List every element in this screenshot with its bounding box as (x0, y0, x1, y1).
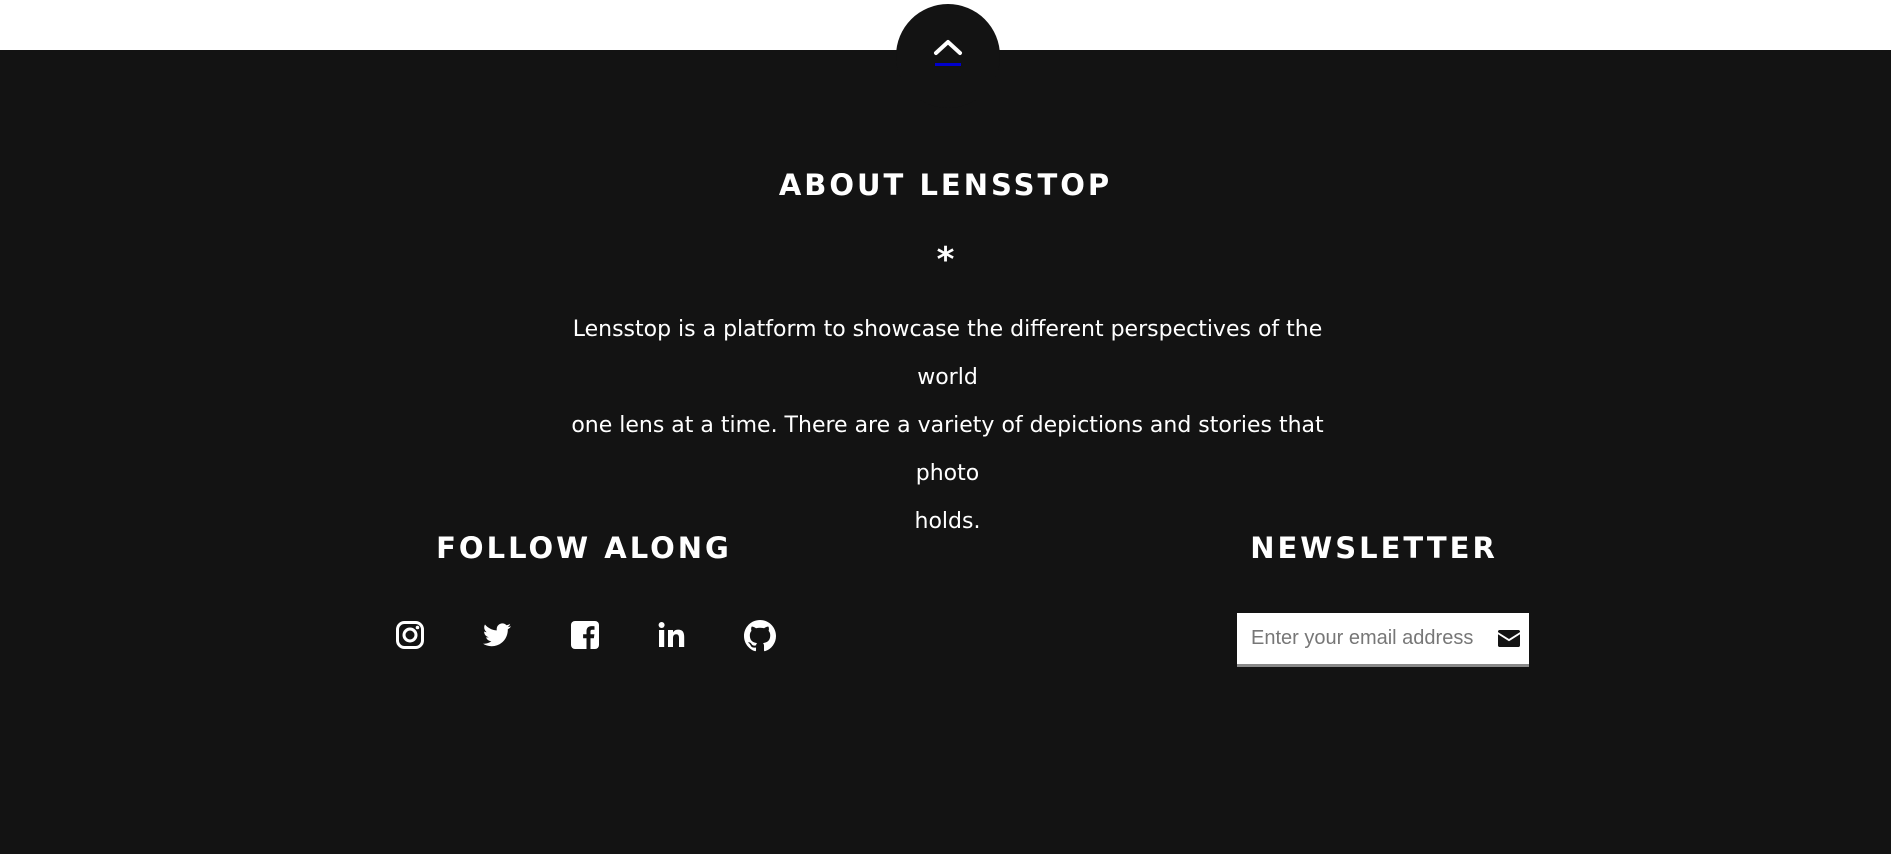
github-icon (744, 620, 776, 652)
linkedin-icon (658, 622, 685, 647)
follow-along-title: FOLLOW ALONG (436, 531, 732, 565)
about-line: one lens at a time. There are a variety … (571, 413, 1324, 486)
instagram-icon (396, 621, 424, 649)
instagram-link[interactable] (395, 620, 425, 650)
newsletter-form (1237, 613, 1529, 667)
facebook-icon (571, 621, 599, 649)
newsletter-submit-button[interactable] (1485, 613, 1529, 664)
twitter-icon (482, 623, 511, 647)
linkedin-link[interactable] (657, 620, 687, 650)
about-line: Lensstop is a platform to showcase the d… (572, 317, 1323, 390)
about-divider: * (936, 240, 955, 280)
envelope-icon (1498, 630, 1520, 647)
chevron-up-icon (934, 40, 962, 55)
about-description: Lensstop is a platform to showcase the d… (570, 306, 1325, 546)
newsletter-title: NEWSLETTER (1250, 531, 1498, 565)
github-link[interactable] (744, 620, 776, 652)
twitter-link[interactable] (481, 620, 511, 650)
facebook-link[interactable] (570, 620, 600, 650)
link-underline (935, 63, 961, 66)
newsletter-email-input[interactable] (1237, 613, 1477, 664)
about-title: ABOUT LENSSTOP (778, 168, 1113, 202)
scroll-to-top-button[interactable] (896, 4, 1000, 108)
